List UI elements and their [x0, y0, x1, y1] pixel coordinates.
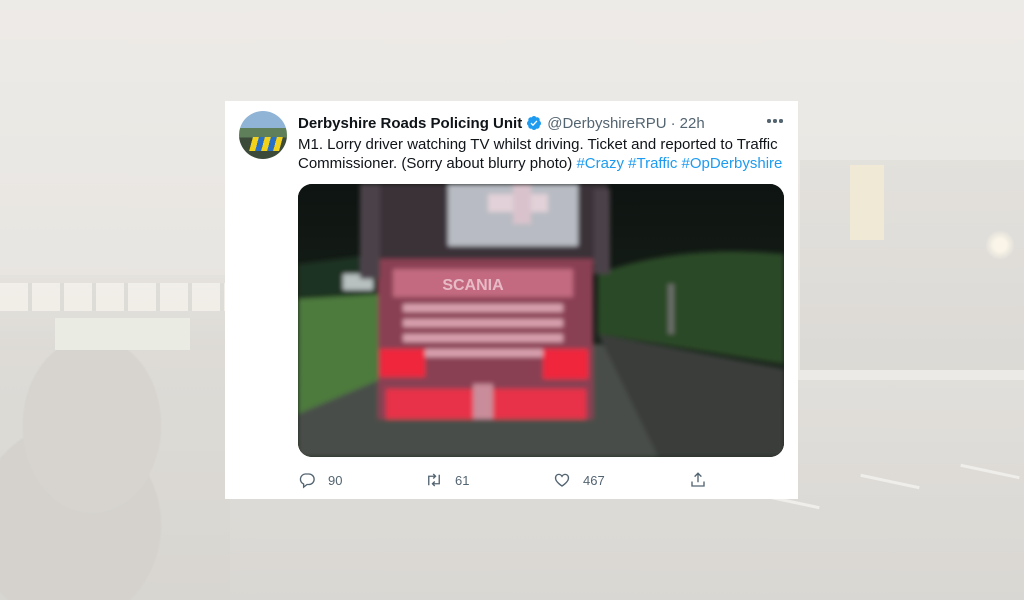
- tweet-photo[interactable]: SCANIA: [298, 184, 784, 457]
- hashtag-crazy[interactable]: #Crazy: [576, 155, 624, 172]
- share-button[interactable]: [689, 470, 707, 490]
- like-icon: [554, 473, 570, 487]
- retweet-count: 61: [455, 472, 470, 488]
- tweet-text-line-2: Commissioner. (Sorry about blurry photo)…: [298, 154, 783, 173]
- reply-count: 90: [328, 472, 343, 488]
- like-button[interactable]: 467: [553, 470, 605, 490]
- like-count: 467: [583, 472, 605, 488]
- lorry-photo: SCANIA: [298, 184, 784, 457]
- verified-badge-icon: [527, 116, 542, 130]
- tweet-text-plain: Commissioner. (Sorry about blurry photo): [298, 155, 573, 172]
- tweet-text-line-1: M1. Lorry driver watching TV whilst driv…: [298, 136, 778, 153]
- tweet-text: M1. Lorry driver watching TV whilst driv…: [298, 135, 783, 173]
- display-name[interactable]: Derbyshire Roads Policing Unit: [298, 115, 522, 132]
- retweet-icon: [428, 473, 440, 487]
- hashtag-traffic[interactable]: #Traffic: [628, 155, 677, 172]
- retweet-button[interactable]: 61: [425, 470, 469, 490]
- hashtag-opderbyshire[interactable]: #OpDerbyshire: [682, 155, 783, 172]
- timestamp[interactable]: 22h: [680, 115, 705, 132]
- separator: ·: [670, 114, 676, 132]
- share-icon: [691, 472, 705, 487]
- lorry-brand-text: SCANIA: [442, 277, 504, 294]
- reply-icon: [299, 473, 315, 489]
- tweet-actions: 90 61 467: [298, 470, 718, 490]
- reply-button[interactable]: 90: [298, 470, 342, 490]
- more-options-icon[interactable]: [764, 110, 786, 132]
- avatar[interactable]: [239, 111, 287, 159]
- tweet-card[interactable]: Derbyshire Roads Policing Unit @Derbyshi…: [225, 101, 798, 499]
- tweet-header: Derbyshire Roads Policing Unit @Derbyshi…: [298, 113, 705, 133]
- handle[interactable]: @DerbyshireRPU: [547, 115, 666, 132]
